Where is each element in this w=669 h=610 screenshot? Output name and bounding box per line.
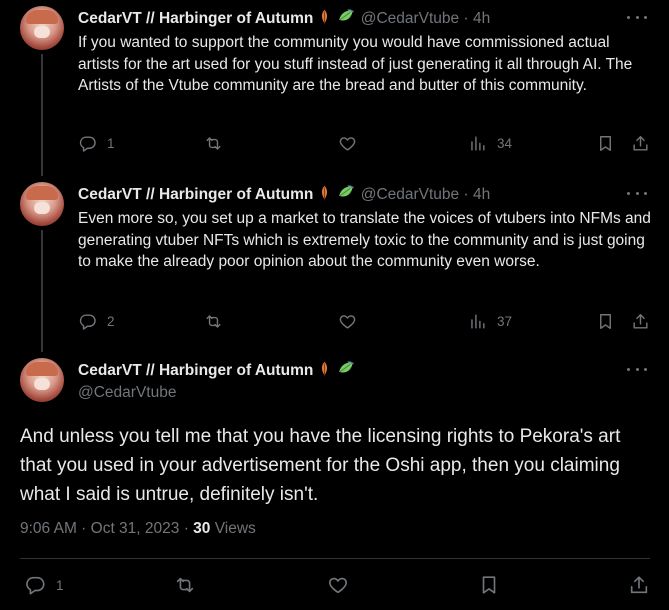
bookmark-button[interactable] xyxy=(596,134,615,153)
tweet-actions: 2 37 xyxy=(78,312,652,334)
display-name[interactable]: CedarVT // Harbinger of Autumn xyxy=(78,10,313,27)
avatar[interactable] xyxy=(20,182,64,226)
thread-tweet-1[interactable]: CedarVT // Harbinger of Autumn @CedarVtu… xyxy=(0,0,669,176)
tweet-actions: 1 34 xyxy=(78,134,652,156)
wind-leaf-emoji-icon xyxy=(336,360,356,382)
views-count: 30 xyxy=(193,520,211,537)
tweet-text: If you wanted to support the community y… xyxy=(78,34,633,95)
share-icon xyxy=(631,134,650,153)
share-button[interactable] xyxy=(631,312,650,331)
reply-icon xyxy=(78,312,97,331)
bookmark-icon xyxy=(596,134,615,153)
views-label: Views xyxy=(210,520,256,537)
leaf-emoji-icon xyxy=(316,8,333,30)
like-button[interactable] xyxy=(327,574,349,596)
display-name[interactable]: CedarVT // Harbinger of Autumn xyxy=(78,186,313,203)
reply-count: 1 xyxy=(107,136,115,151)
avatar[interactable] xyxy=(20,6,64,50)
retweet-button[interactable] xyxy=(174,574,196,596)
timestamp[interactable]: 4h xyxy=(473,186,490,203)
dot-separator: · xyxy=(459,186,473,203)
views-button[interactable]: 37 xyxy=(468,312,512,331)
views-icon xyxy=(468,134,487,153)
avatar[interactable] xyxy=(20,358,64,402)
more-icon[interactable] xyxy=(627,14,647,20)
main-tweet-text: And unless you tell me that you have the… xyxy=(20,426,621,505)
reply-icon xyxy=(78,134,97,153)
main-tweet-handle-row: @CedarVtube xyxy=(78,384,176,402)
display-name[interactable]: CedarVT // Harbinger of Autumn xyxy=(78,362,313,379)
retweet-icon xyxy=(174,574,196,596)
reply-button[interactable]: 2 xyxy=(78,312,115,331)
like-icon xyxy=(338,312,357,331)
main-tweet-actions: 1 xyxy=(24,574,646,598)
retweet-icon xyxy=(204,312,223,331)
more-icon[interactable] xyxy=(627,366,647,372)
thread-connector-line xyxy=(41,54,43,176)
reply-button[interactable]: 1 xyxy=(24,574,64,596)
reply-icon xyxy=(24,574,46,596)
share-button[interactable] xyxy=(631,134,650,153)
tweet-meta: 9:06 AM · Oct 31, 2023 · 30 Views xyxy=(20,520,256,538)
share-icon xyxy=(631,312,650,331)
views-count: 34 xyxy=(497,136,513,151)
handle[interactable]: @CedarVtube xyxy=(361,10,459,27)
like-icon xyxy=(327,574,349,596)
like-icon xyxy=(338,134,357,153)
handle[interactable]: @CedarVtube xyxy=(78,384,176,401)
more-icon[interactable] xyxy=(627,190,647,196)
leaf-emoji-icon xyxy=(316,360,333,382)
reply-count: 2 xyxy=(107,314,115,329)
bookmark-icon xyxy=(478,574,500,596)
share-icon xyxy=(628,574,650,596)
handle[interactable]: @CedarVtube xyxy=(361,186,459,203)
views-count: 37 xyxy=(497,314,513,329)
bookmark-button[interactable] xyxy=(478,574,500,596)
views-icon xyxy=(468,312,487,331)
retweet-button[interactable] xyxy=(204,312,223,331)
thread-connector-line xyxy=(41,230,43,352)
retweet-button[interactable] xyxy=(204,134,223,153)
views-button[interactable]: 34 xyxy=(468,134,512,153)
divider xyxy=(20,558,650,559)
like-button[interactable] xyxy=(338,134,357,153)
timestamp[interactable]: 9:06 AM · Oct 31, 2023 · xyxy=(20,520,193,537)
timestamp[interactable]: 4h xyxy=(473,10,490,27)
main-tweet-header: CedarVT // Harbinger of Autumn xyxy=(78,360,356,382)
dot-separator: · xyxy=(459,10,473,27)
reply-button[interactable]: 1 xyxy=(78,134,115,153)
like-button[interactable] xyxy=(338,312,357,331)
tweet-header: CedarVT // Harbinger of Autumn @CedarVtu… xyxy=(78,8,490,30)
wind-leaf-emoji-icon xyxy=(336,8,356,30)
bookmark-button[interactable] xyxy=(596,312,615,331)
leaf-emoji-icon xyxy=(316,184,333,206)
bookmark-icon xyxy=(596,312,615,331)
share-button[interactable] xyxy=(628,574,650,596)
retweet-icon xyxy=(204,134,223,153)
thread-tweet-2[interactable]: CedarVT // Harbinger of Autumn @CedarVtu… xyxy=(0,176,669,352)
reply-count: 1 xyxy=(56,577,64,593)
tweet-text: Even more so, you set up a market to tra… xyxy=(78,210,651,271)
wind-leaf-emoji-icon xyxy=(336,184,356,206)
tweet-header: CedarVT // Harbinger of Autumn @CedarVtu… xyxy=(78,184,490,206)
